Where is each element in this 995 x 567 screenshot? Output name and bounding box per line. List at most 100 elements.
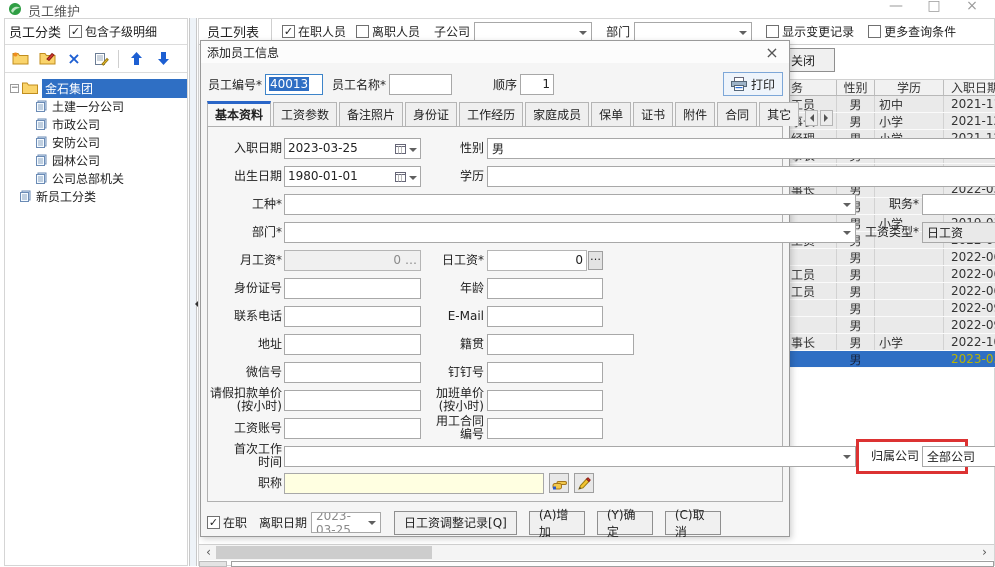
age-input[interactable] bbox=[487, 278, 603, 299]
table-cell[interactable] bbox=[875, 249, 944, 265]
checkbox-checked-icon[interactable] bbox=[282, 25, 295, 38]
table-cell[interactable]: 2023-03 bbox=[944, 351, 995, 367]
scrollbar-thumb[interactable] bbox=[216, 546, 432, 559]
daily-salary-more-button[interactable]: … bbox=[588, 251, 603, 270]
chevron-down-icon[interactable] bbox=[409, 148, 417, 156]
chevron-down-icon[interactable] bbox=[579, 31, 587, 39]
dialog-tab[interactable]: 身份证 bbox=[405, 102, 457, 126]
dialog-close-icon[interactable]: × bbox=[763, 43, 781, 62]
show-change-checkbox[interactable]: 显示变更记录 bbox=[766, 23, 854, 40]
tree-child-label[interactable]: 安防公司 bbox=[52, 134, 100, 151]
table-cell[interactable]: 2021-12 bbox=[944, 113, 995, 129]
salary-type-select[interactable]: 日工资 bbox=[922, 222, 995, 243]
table-cell[interactable] bbox=[789, 317, 837, 333]
table-cell[interactable]: 男 bbox=[837, 300, 875, 316]
panel-splitter[interactable] bbox=[189, 18, 197, 566]
include-children-checkbox[interactable]: 包含子级明细 bbox=[69, 23, 157, 40]
dialog-tab[interactable]: 合同 bbox=[717, 102, 757, 126]
contract-no-input[interactable] bbox=[487, 418, 603, 439]
dialog-tab[interactable]: 备注照片 bbox=[339, 102, 403, 126]
table-cell[interactable] bbox=[875, 317, 944, 333]
resigned-employees-checkbox[interactable]: 离职人员 bbox=[356, 23, 420, 40]
ok-button[interactable]: (Y)确定 bbox=[597, 511, 653, 535]
edit-folder-icon[interactable] bbox=[37, 49, 57, 69]
address-input[interactable] bbox=[284, 334, 421, 355]
job-title-input[interactable] bbox=[284, 473, 544, 494]
table-row[interactable]: 工员 男 2022-06 bbox=[789, 283, 995, 300]
chevron-down-icon[interactable] bbox=[739, 31, 747, 39]
table-cell[interactable]: 2022-06 bbox=[944, 283, 995, 299]
dialog-tab[interactable]: 附件 bbox=[675, 102, 715, 126]
collapse-icon[interactable]: − bbox=[10, 84, 19, 93]
gender-select[interactable]: 男 bbox=[487, 138, 995, 159]
table-cell[interactable]: 男 bbox=[837, 283, 875, 299]
department-select[interactable] bbox=[634, 22, 752, 42]
tree-child-label[interactable]: 市政公司 bbox=[52, 116, 100, 133]
tree-child-label[interactable]: 园林公司 bbox=[52, 152, 100, 169]
tree-child-item[interactable]: 安防公司 bbox=[5, 133, 187, 151]
table-row[interactable]: 工员 男 2022-06 bbox=[789, 266, 995, 283]
overtime-price-input[interactable] bbox=[487, 390, 603, 411]
tree-child-label[interactable]: 公司总部机关 bbox=[52, 170, 124, 187]
table-cell[interactable]: 工员 bbox=[789, 283, 837, 299]
hire-date-input[interactable]: 2023-03-25 bbox=[284, 138, 421, 159]
active-employees-checkbox[interactable]: 在职人员 bbox=[282, 23, 346, 40]
checkbox-unchecked-icon[interactable] bbox=[766, 25, 779, 38]
table-cell[interactable]: 男 bbox=[837, 249, 875, 265]
calendar-icon[interactable] bbox=[395, 143, 406, 154]
dialog-tab[interactable]: 其它 bbox=[759, 102, 799, 126]
add-button[interactable]: (A)增加 bbox=[529, 511, 585, 535]
minimize-button[interactable]: — bbox=[879, 0, 913, 14]
table-cell[interactable]: 男 bbox=[837, 317, 875, 333]
checkbox-checked-icon[interactable] bbox=[69, 25, 82, 38]
tree-extra-item[interactable]: 新员工分类 bbox=[5, 187, 187, 205]
department-select[interactable] bbox=[284, 222, 856, 243]
table-cell[interactable]: 小学 bbox=[875, 334, 944, 350]
maximize-button[interactable]: □ bbox=[917, 0, 951, 14]
table-cell[interactable]: 2022-06 bbox=[944, 249, 995, 265]
dialog-tab[interactable]: 基本资料 bbox=[207, 101, 271, 126]
horizontal-scrollbar[interactable]: ‹ › bbox=[199, 544, 994, 560]
table-cell[interactable]: 2022-09 bbox=[944, 317, 995, 333]
table-cell[interactable]: 事长 bbox=[789, 334, 837, 350]
active-checkbox[interactable]: 在职 bbox=[207, 514, 247, 531]
table-row[interactable]: 男 2022-09 bbox=[789, 300, 995, 317]
dingtalk-input[interactable] bbox=[487, 362, 603, 383]
table-row[interactable]: 男 2023-03 bbox=[789, 351, 995, 368]
cancel-button[interactable]: (C)取消 bbox=[665, 511, 721, 535]
column-header-hire-date[interactable]: 入职日期 bbox=[944, 80, 995, 95]
checkbox-unchecked-icon[interactable] bbox=[868, 25, 881, 38]
column-header-duty[interactable]: 务 bbox=[789, 80, 837, 95]
tree-child-item[interactable]: 市政公司 bbox=[5, 115, 187, 133]
daily-salary-adjust-button[interactable]: 日工资调整记录[Q] bbox=[394, 511, 517, 535]
table-cell[interactable]: 2021-11 bbox=[944, 96, 995, 112]
order-input[interactable] bbox=[520, 74, 554, 95]
table-cell[interactable]: 初中 bbox=[875, 96, 944, 112]
dialog-tab[interactable]: 工资参数 bbox=[273, 102, 337, 126]
scroll-left-icon[interactable]: ‹ bbox=[201, 545, 216, 560]
rename-document-icon[interactable] bbox=[91, 49, 111, 69]
table-cell[interactable]: 小学 bbox=[875, 113, 944, 129]
first-work-select[interactable] bbox=[284, 446, 856, 467]
table-cell[interactable]: 男 bbox=[837, 351, 875, 367]
table-row[interactable]: 男 2022-06 bbox=[789, 249, 995, 266]
phone-input[interactable] bbox=[284, 306, 421, 327]
table-cell[interactable]: 男 bbox=[837, 113, 875, 129]
tab-scroll-left-icon[interactable] bbox=[805, 110, 818, 126]
table-row[interactable]: 男 2022-09 bbox=[789, 317, 995, 334]
daily-salary-input[interactable]: 0 bbox=[487, 250, 587, 271]
hand-select-button[interactable] bbox=[549, 473, 569, 493]
table-cell[interactable] bbox=[875, 300, 944, 316]
table-cell[interactable] bbox=[875, 351, 944, 367]
checkbox-checked-icon[interactable] bbox=[207, 516, 220, 529]
table-cell[interactable]: 2022-10 bbox=[944, 334, 995, 350]
table-cell[interactable] bbox=[789, 351, 837, 367]
column-header-gender[interactable]: 性别 bbox=[837, 80, 875, 95]
dialog-tab[interactable]: 证书 bbox=[633, 102, 673, 126]
move-down-icon[interactable] bbox=[153, 49, 173, 69]
table-cell[interactable] bbox=[789, 249, 837, 265]
tree-child-label[interactable]: 土建一分公司 bbox=[52, 98, 124, 115]
company-select[interactable]: 全部公司 bbox=[922, 446, 995, 467]
delete-icon[interactable]: × bbox=[64, 49, 84, 69]
chevron-down-icon[interactable] bbox=[843, 203, 851, 211]
